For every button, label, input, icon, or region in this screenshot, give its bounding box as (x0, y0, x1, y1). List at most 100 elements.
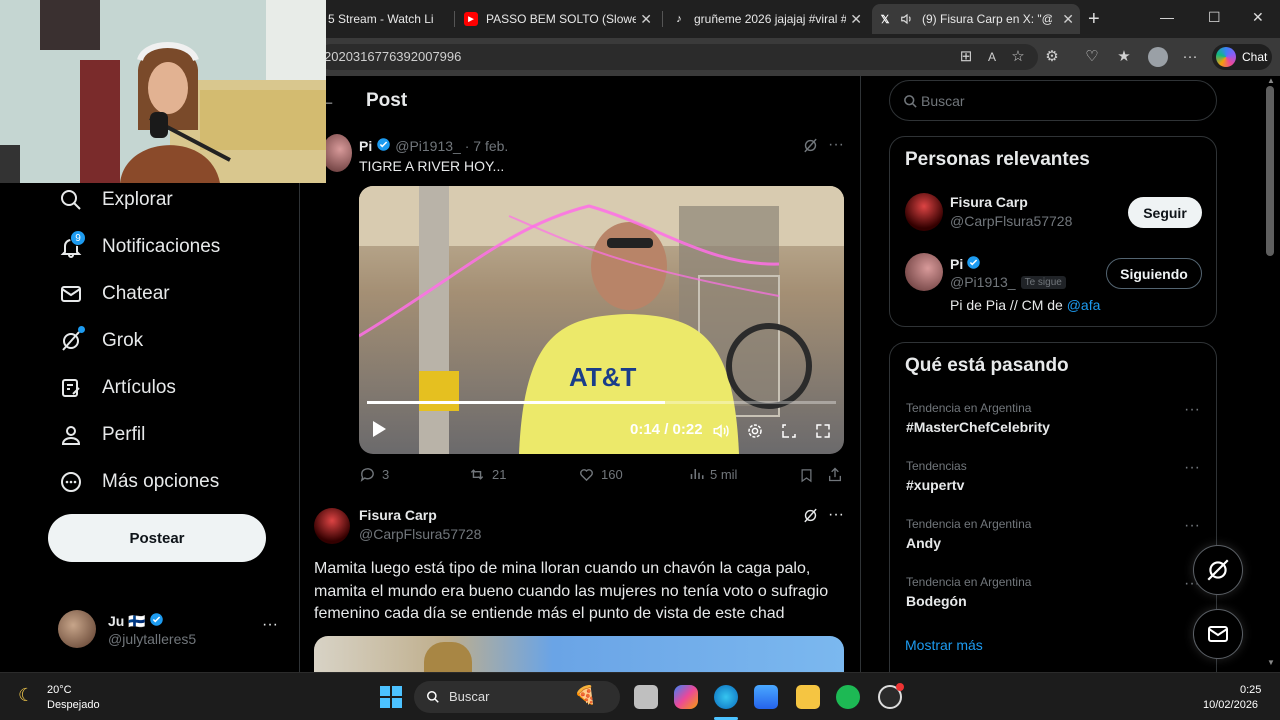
weather-temp[interactable]: 20°C (47, 684, 72, 696)
extensions-icon[interactable]: ⚙ (1042, 47, 1062, 67)
volume-icon[interactable] (711, 422, 731, 445)
spotify-icon[interactable] (836, 685, 860, 709)
verified-badge-icon (966, 255, 981, 273)
clock-date[interactable]: 10/02/2026 (1203, 699, 1258, 711)
favorite-star-icon[interactable]: ☆ (1008, 47, 1028, 67)
trend-item[interactable]: Tendencia en Argentina Bodegón ··· (890, 569, 1216, 625)
speaker-icon[interactable] (900, 12, 914, 26)
following-button[interactable]: Siguiendo (1106, 258, 1202, 289)
fullscreen-icon[interactable] (814, 422, 832, 445)
trend-item[interactable]: Tendencias #xupertv ··· (890, 453, 1216, 509)
reply-author-name[interactable]: Fisura Carp (359, 507, 437, 523)
show-more-link[interactable]: Mostrar más (905, 637, 983, 653)
nav-item-grok[interactable]: Grok (58, 326, 143, 356)
video-progress-track[interactable] (367, 401, 836, 404)
taskbar-search-box[interactable]: Buscar 🍕 (414, 681, 620, 713)
reply-media-image[interactable] (314, 636, 844, 672)
read-aloud-icon[interactable]: A (982, 47, 1002, 67)
clock-time[interactable]: 0:25 (1240, 684, 1261, 696)
avatar[interactable] (314, 508, 350, 544)
heart-icon (580, 469, 593, 482)
nav-item-explorar[interactable]: Explorar (58, 185, 173, 215)
minimize-button[interactable]: — (1160, 9, 1174, 25)
person-name[interactable]: Fisura Carp (950, 194, 1028, 210)
person-name[interactable]: Pi (950, 256, 963, 272)
close-window-button[interactable]: ✕ (1252, 9, 1264, 26)
microsoft-store-icon[interactable] (754, 685, 778, 709)
video-player[interactable]: AT&T 0:14 / 0:22 (359, 186, 844, 454)
grok-analyze-icon[interactable] (802, 137, 819, 159)
nav-label-mas-opciones: Más opciones (102, 471, 220, 492)
bio-mention-link[interactable]: @afa (1067, 297, 1101, 313)
trend-item[interactable]: Tendencia en Argentina Andy ··· (890, 511, 1216, 567)
favorites-icon[interactable]: ★ (1114, 47, 1134, 67)
browser-tab-2[interactable]: ▶ PASSO BEM SOLTO (Slowed) - Y ✕ (458, 4, 658, 34)
webcam-frame (0, 0, 326, 183)
nav-item-articulos[interactable]: Artículos (58, 373, 176, 403)
nav-item-mas-opciones[interactable]: Más opciones (58, 467, 219, 497)
post-handle-date: @Pi1913_ · 7 feb. (395, 138, 509, 154)
nav-item-perfil[interactable]: Perfil (58, 420, 145, 450)
account-switcher[interactable]: Ju 🇫🇮 @julytalleres5 ··· (58, 610, 288, 650)
right-sidebar: Buscar Personas relevantes Fisura Carp @… (862, 76, 1280, 672)
trend-more-icon[interactable]: ··· (1184, 401, 1200, 419)
video-time: 0:14 / 0:22 (630, 421, 703, 438)
browser-essentials-icon[interactable]: ♡ (1082, 47, 1102, 67)
post-button[interactable]: Postear (48, 514, 266, 562)
nav-label-explorar: Explorar (102, 189, 173, 210)
maximize-button[interactable]: ☐ (1208, 9, 1221, 26)
windows-start-icon[interactable] (380, 686, 402, 708)
play-icon[interactable] (371, 420, 387, 443)
avatar[interactable] (905, 253, 943, 291)
settings-gear-icon[interactable] (746, 422, 764, 445)
close-tab-2-icon[interactable]: ✕ (640, 11, 652, 28)
account-more-icon[interactable]: ··· (262, 616, 278, 634)
grok-fab-button[interactable] (1193, 545, 1243, 595)
messages-fab-button[interactable] (1193, 609, 1243, 659)
nav-item-notificaciones[interactable]: 9 Notificaciones (58, 230, 221, 262)
browser-tab-active[interactable]: 𝕏 (9) Fisura Carp en X: "@Pi ✕ (872, 4, 1080, 34)
copilot-app-icon[interactable] (674, 685, 698, 709)
pip-icon[interactable] (780, 422, 798, 445)
scroll-up-arrow[interactable]: ▲ (1267, 76, 1275, 85)
search-box[interactable]: Buscar (889, 80, 1217, 121)
profile-avatar-icon[interactable] (1148, 47, 1168, 67)
close-tab-3-icon[interactable]: ✕ (850, 11, 862, 28)
edge-browser-icon[interactable] (714, 685, 738, 709)
app-available-icon[interactable]: ⊞ (956, 47, 976, 67)
copilot-chat-button[interactable]: Chat (1212, 44, 1272, 70)
avatar[interactable] (905, 193, 943, 231)
avatar[interactable] (322, 134, 352, 172)
reply-button[interactable]: 3 (359, 466, 389, 483)
reply-more-icon[interactable]: ··· (828, 506, 844, 524)
browser-tab-1[interactable]: 5 Stream - Watch Li (322, 4, 452, 34)
nav-item-chatear[interactable]: Chatear (58, 279, 170, 309)
repost-button[interactable]: 21 (468, 466, 506, 483)
scroll-down-arrow[interactable]: ▼ (1267, 658, 1275, 667)
trend-name: #MasterChefCelebrity (906, 419, 1050, 435)
trend-item[interactable]: Tendencia en Argentina #MasterChefCelebr… (890, 395, 1216, 451)
post-author-name[interactable]: Pi (359, 138, 372, 154)
settings-more-icon[interactable]: ··· (1180, 47, 1200, 67)
share-icon[interactable] (827, 466, 843, 488)
trend-more-icon[interactable]: ··· (1184, 517, 1200, 535)
follow-button[interactable]: Seguir (1128, 197, 1202, 228)
reply-handle[interactable]: @CarpFlsura57728 (359, 526, 481, 542)
nav-label-notificaciones: Notificaciones (102, 236, 221, 257)
like-button[interactable]: 160 (578, 466, 623, 483)
address-bar[interactable]: 2020316776392007996 (318, 44, 1038, 70)
trend-category: Tendencia en Argentina (906, 517, 1032, 531)
grok-analyze-icon[interactable] (802, 507, 819, 529)
close-tab-4-icon[interactable]: ✕ (1062, 11, 1074, 28)
bookmark-icon[interactable] (799, 467, 814, 489)
task-view-icon[interactable] (634, 685, 658, 709)
weather-desc[interactable]: Despejado (47, 699, 100, 711)
post-more-icon[interactable]: ··· (828, 136, 844, 154)
trend-more-icon[interactable]: ··· (1184, 459, 1200, 477)
scrollbar-thumb[interactable] (1266, 86, 1274, 256)
file-explorer-icon[interactable] (796, 685, 820, 709)
new-tab-button[interactable]: + (1088, 8, 1100, 31)
browser-tab-3[interactable]: ♪ gruñeme 2026 jajajaj #viral #ch ✕ (666, 4, 868, 34)
views-count: 5 mil (710, 466, 738, 482)
views-button[interactable]: 5 mil (689, 466, 737, 482)
